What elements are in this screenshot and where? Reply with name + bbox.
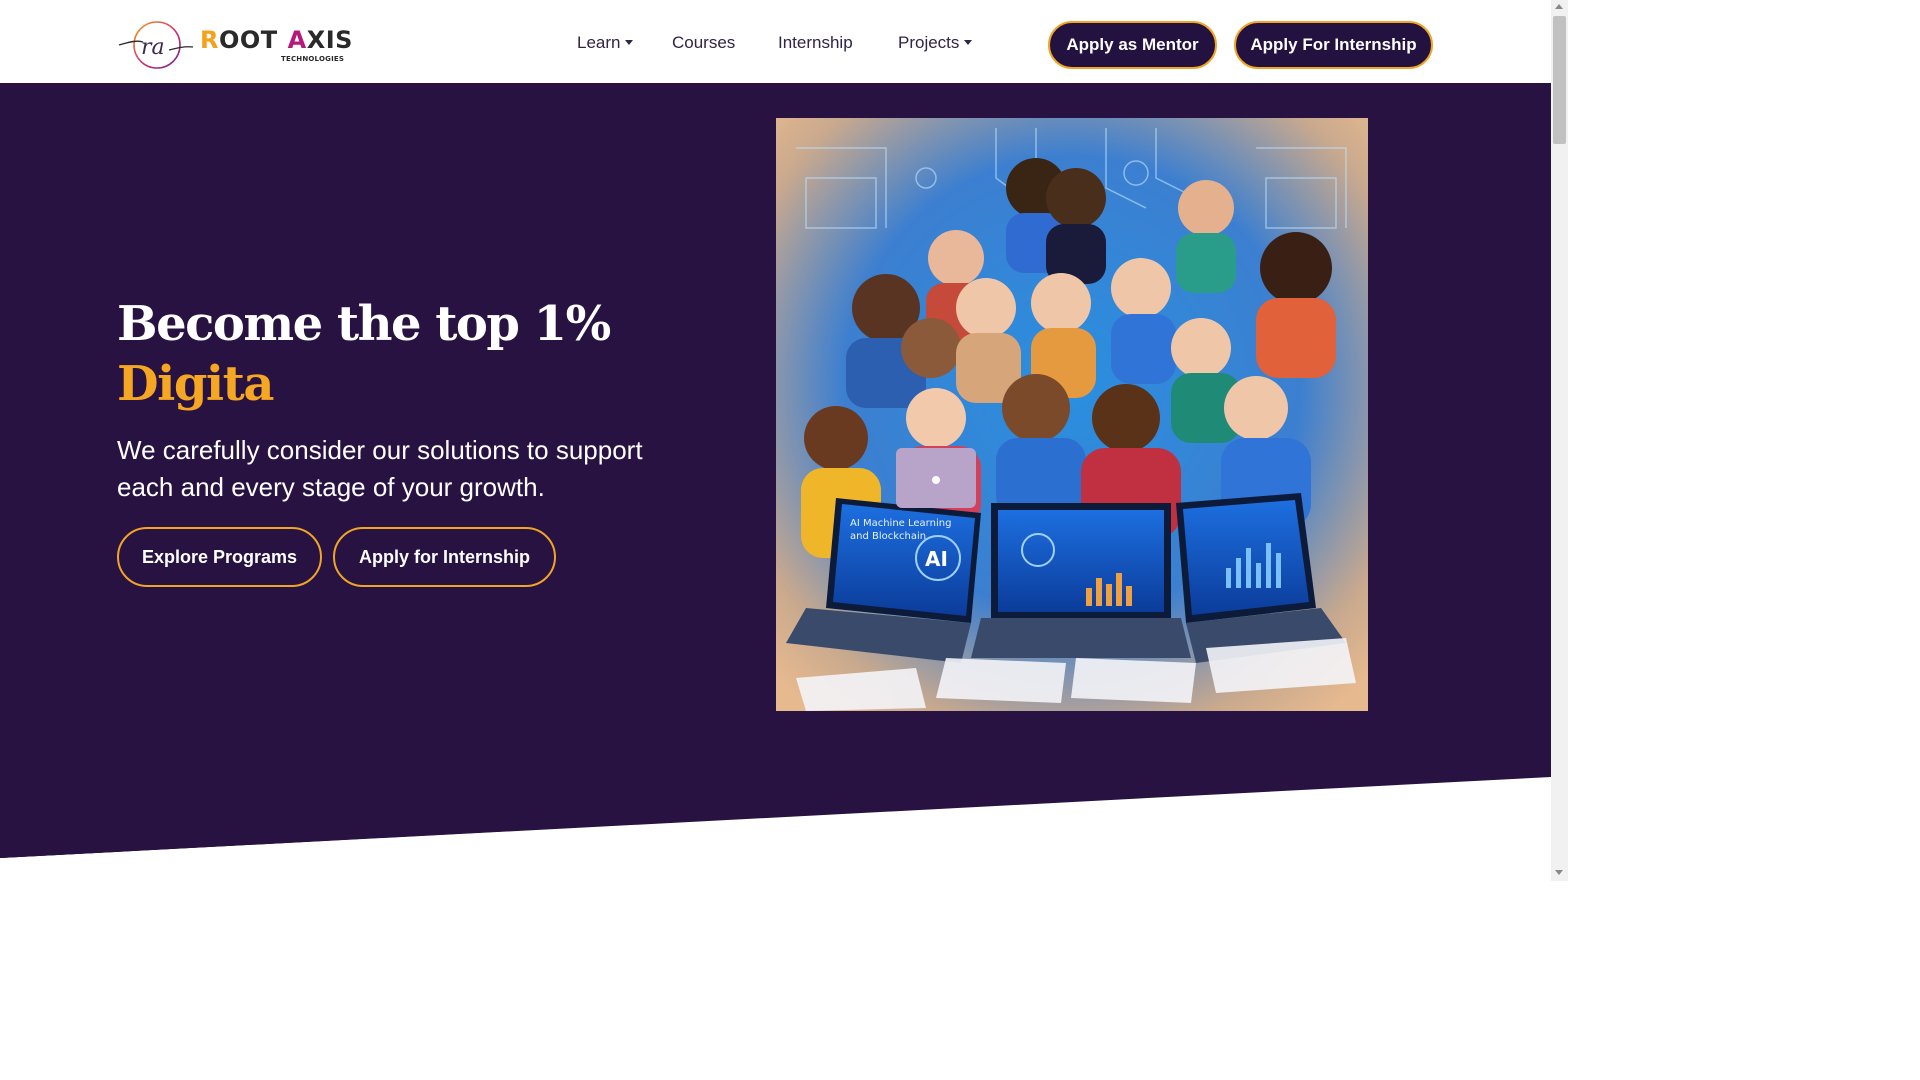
- laptop-screen-text: AI Machine Learning: [850, 518, 951, 529]
- nav-item-internship[interactable]: Internship: [778, 33, 853, 53]
- nav-item-label: Projects: [898, 33, 960, 52]
- apply-internship-header-button[interactable]: Apply For Internship: [1234, 21, 1433, 69]
- scrollbar-thumb[interactable]: [1553, 16, 1566, 144]
- students-illustration-image: AI Machine Learning and Blockchain AI: [776, 118, 1368, 711]
- hero-subtext: We carefully consider our solutions to s…: [117, 435, 643, 502]
- nav-item-label: Learn: [577, 33, 621, 52]
- svg-text:and Blockchain: and Blockchain: [850, 531, 926, 542]
- hero-headline: Become the top 1% Digita: [117, 294, 611, 414]
- nav-item-courses[interactable]: Courses: [672, 33, 735, 53]
- hero-slanted-divider: [0, 776, 1551, 881]
- nav-item-label: Courses: [672, 33, 736, 52]
- scroll-down-arrow-icon[interactable]: [1555, 870, 1563, 875]
- hero-headline-line1: Become the top 1%: [117, 296, 611, 352]
- apply-internship-hero-button[interactable]: Apply for Internship: [333, 527, 556, 587]
- hero-illustration: AI Machine Learning and Blockchain AI: [776, 118, 1368, 711]
- caret-down-icon: [964, 40, 973, 46]
- nav-item-projects[interactable]: Projects: [898, 33, 973, 53]
- hero-headline-typed: Digita: [117, 356, 274, 412]
- nav-item-label: Internship: [778, 33, 853, 52]
- apply-mentor-button[interactable]: Apply as Mentor: [1048, 21, 1217, 69]
- explore-programs-button[interactable]: Explore Programs: [117, 527, 322, 587]
- scroll-up-arrow-icon[interactable]: [1555, 4, 1563, 9]
- page-scrollbar[interactable]: [1551, 0, 1568, 881]
- nav-item-learn[interactable]: Learn: [577, 33, 634, 53]
- caret-down-icon: [625, 40, 634, 46]
- laptop-ai-badge: AI: [925, 547, 948, 571]
- site-header: ra ROOT AXIS TECHNOLOGIES Learn Courses I…: [0, 0, 1551, 83]
- main-nav: Learn Courses Internship Projects: [0, 33, 1000, 57]
